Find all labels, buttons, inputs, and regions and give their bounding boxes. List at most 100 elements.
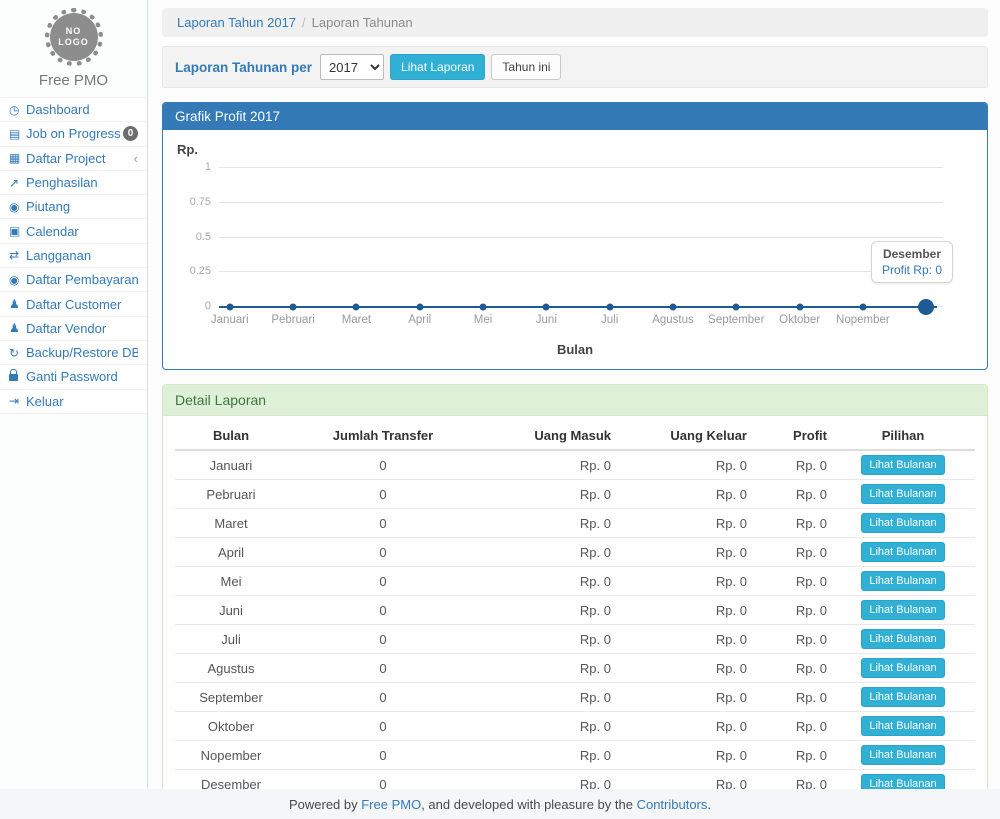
sidebar-item-calendar[interactable]: ▣Calendar [0, 219, 147, 243]
cell-uang-keluar: Rp. 0 [615, 712, 751, 741]
cell-bulan: Juli [175, 625, 287, 654]
data-point-desember [918, 299, 934, 315]
cell-uang-masuk: Rp. 0 [479, 567, 615, 596]
cell-pilihan: Lihat Bulanan [831, 596, 975, 625]
cell-profit: Rp. 0 [751, 625, 831, 654]
breadcrumb-link-laporan-tahun[interactable]: Laporan Tahun 2017 [177, 15, 296, 30]
cell-profit: Rp. 0 [751, 480, 831, 509]
chart-body: Rp. Desember Profit Rp: 0 10.750.50.250 … [163, 130, 987, 369]
sidebar-item-label: Job on Progress [26, 126, 123, 141]
logo-text-line1: NO [66, 26, 82, 37]
sidebar-item-daftar-vendor[interactable]: ♟Daftar Vendor [0, 317, 147, 341]
cell-pilihan: Lihat Bulanan [831, 770, 975, 790]
year-select[interactable]: 2017 [320, 54, 384, 80]
x-axis-label-april: April [408, 314, 431, 326]
data-point-januari [226, 304, 233, 311]
table-row-nopember: Nopember0Rp. 0Rp. 0Rp. 0Lihat Bulanan [175, 741, 975, 770]
x-axis-title: Bulan [177, 342, 973, 357]
data-point-september [733, 304, 740, 311]
cell-pilihan: Lihat Bulanan [831, 741, 975, 770]
lihat-bulanan-button[interactable]: Lihat Bulanan [861, 513, 944, 533]
sidebar-item-label: Keluar [26, 394, 138, 409]
cell-uang-masuk: Rp. 0 [479, 625, 615, 654]
y-axis-title: Rp. [177, 142, 973, 157]
column-header-bulan: Bulan [175, 422, 287, 450]
cell-uang-keluar: Rp. 0 [615, 450, 751, 480]
chart-panel-title: Grafik Profit 2017 [163, 103, 987, 130]
tooltip-value: Profit Rp: 0 [882, 263, 942, 277]
footer-link-freepmo[interactable]: Free PMO [361, 797, 421, 812]
cell-bulan: April [175, 538, 287, 567]
sidebar-item-daftar-pembayaran[interactable]: ◉Daftar Pembayaran [0, 268, 147, 292]
sidebar-item-langganan[interactable]: ⇄Langganan [0, 244, 147, 268]
column-header-profit: Profit [751, 422, 831, 450]
sidebar-item-keluar[interactable]: ⇥Keluar [0, 390, 147, 414]
lihat-bulanan-button[interactable]: Lihat Bulanan [861, 629, 944, 649]
breadcrumb-current: Laporan Tahunan [312, 15, 413, 30]
sidebar-item-label: Piutang [26, 199, 138, 214]
sidebar-item-dashboard[interactable]: ◷Dashboard [0, 98, 147, 122]
cell-bulan: Oktober [175, 712, 287, 741]
lihat-bulanan-button[interactable]: Lihat Bulanan [861, 455, 944, 475]
y-axis-tick: 0 [177, 300, 211, 312]
cell-bulan: Pebruari [175, 480, 287, 509]
sidebar-item-penghasilan[interactable]: ↗Penghasilan [0, 171, 147, 195]
report-table-head: BulanJumlah TransferUang MasukUang Kelua… [175, 422, 975, 450]
cell-jumlah-transfer: 0 [287, 538, 479, 567]
cell-bulan: Juni [175, 596, 287, 625]
table-row-mei: Mei0Rp. 0Rp. 0Rp. 0Lihat Bulanan [175, 567, 975, 596]
lihat-bulanan-button[interactable]: Lihat Bulanan [861, 484, 944, 504]
lihat-laporan-button[interactable]: Lihat Laporan [390, 54, 485, 80]
table-row-agustus: Agustus0Rp. 0Rp. 0Rp. 0Lihat Bulanan [175, 654, 975, 683]
table-row-oktober: Oktober0Rp. 0Rp. 0Rp. 0Lihat Bulanan [175, 712, 975, 741]
y-axis-tick: 1 [177, 161, 211, 173]
lihat-bulanan-button[interactable]: Lihat Bulanan [861, 658, 944, 678]
lihat-bulanan-button[interactable]: Lihat Bulanan [861, 745, 944, 765]
report-toolbar: Laporan Tahunan per 2017 Lihat Laporan T… [162, 46, 988, 88]
users-icon: ♟ [9, 297, 26, 311]
lihat-bulanan-button[interactable]: Lihat Bulanan [861, 542, 944, 562]
cell-uang-masuk: Rp. 0 [479, 450, 615, 480]
cell-profit: Rp. 0 [751, 450, 831, 480]
sign-out-icon: ⇥ [9, 394, 26, 408]
cell-bulan: Maret [175, 509, 287, 538]
tahun-ini-button[interactable]: Tahun ini [491, 54, 561, 80]
sidebar-item-daftar-project[interactable]: ▦Daftar Project‹ [0, 147, 147, 171]
cell-uang-keluar: Rp. 0 [615, 741, 751, 770]
data-point-mei [480, 304, 487, 311]
gridline [219, 167, 943, 168]
footer-link-contributors[interactable]: Contributors [637, 797, 708, 812]
lock-icon [9, 370, 26, 384]
sidebar-item-daftar-customer[interactable]: ♟Daftar Customer [0, 292, 147, 316]
table-row-pebruari: Pebruari0Rp. 0Rp. 0Rp. 0Lihat Bulanan [175, 480, 975, 509]
sidebar-item-backup-restore-db[interactable]: ↻Backup/Restore DB [0, 341, 147, 365]
sidebar-item-piutang[interactable]: ◉Piutang [0, 195, 147, 219]
lihat-bulanan-button[interactable]: Lihat Bulanan [861, 687, 944, 707]
breadcrumb: Laporan Tahun 2017/Laporan Tahunan [162, 8, 988, 37]
footer-prefix: Powered by [289, 797, 361, 812]
cell-bulan: Mei [175, 567, 287, 596]
lihat-bulanan-button[interactable]: Lihat Bulanan [861, 600, 944, 620]
cell-profit: Rp. 0 [751, 741, 831, 770]
x-axis-label-juni: Juni [536, 314, 557, 326]
sidebar-item-label: Penghasilan [26, 175, 138, 190]
cell-bulan: Agustus [175, 654, 287, 683]
footer: Powered by Free PMO, and developed with … [0, 789, 1000, 819]
app-window: NO LOGO Free PMO ◷Dashboard▤Job on Progr… [0, 0, 1000, 819]
data-point-pebruari [290, 304, 297, 311]
sidebar-item-ganti-password[interactable]: Ganti Password [0, 365, 147, 389]
data-point-april [416, 304, 423, 311]
logo: NO LOGO [45, 8, 103, 66]
cell-uang-masuk: Rp. 0 [479, 683, 615, 712]
lihat-bulanan-button[interactable]: Lihat Bulanan [861, 774, 944, 789]
gridline [219, 271, 943, 272]
cell-uang-keluar: Rp. 0 [615, 770, 751, 790]
table-row-juni: Juni0Rp. 0Rp. 0Rp. 0Lihat Bulanan [175, 596, 975, 625]
lihat-bulanan-button[interactable]: Lihat Bulanan [861, 716, 944, 736]
cell-bulan: September [175, 683, 287, 712]
sidebar-item-job-on-progress[interactable]: ▤Job on Progress0 [0, 122, 147, 146]
cell-pilihan: Lihat Bulanan [831, 567, 975, 596]
cell-pilihan: Lihat Bulanan [831, 625, 975, 654]
lihat-bulanan-button[interactable]: Lihat Bulanan [861, 571, 944, 591]
detail-report-panel: Detail Laporan BulanJumlah TransferUang … [162, 384, 988, 789]
